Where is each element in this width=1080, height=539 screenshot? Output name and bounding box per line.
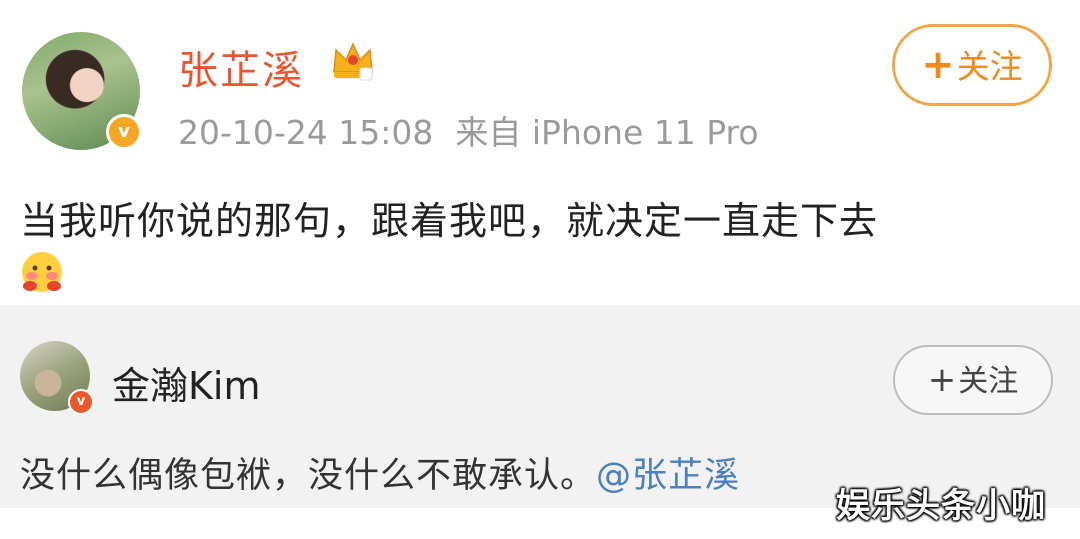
follow-button[interactable]: +关注: [892, 24, 1052, 106]
shy-face-emoji-icon: [22, 252, 62, 292]
verified-badge-icon: v: [68, 389, 94, 415]
commenter-name[interactable]: 金瀚Kim: [112, 355, 261, 410]
follow-button-small[interactable]: +关注: [893, 345, 1053, 415]
follow-label: 关注: [956, 47, 1023, 86]
commenter-avatar[interactable]: v: [20, 341, 94, 415]
post-meta: 20-10-24 15:08 来自 iPhone 11 Pro: [178, 106, 759, 154]
author-avatar[interactable]: v: [22, 32, 142, 150]
weibo-post: v 张芷溪 20-10-24 15:08 来自 iPhone 11 Pro +关注…: [0, 0, 1080, 305]
post-content: 当我听你说的那句，跟着我吧，就决定一直走下去: [20, 199, 879, 243]
crown-vip-icon: [333, 42, 373, 81]
post-source: 来自 iPhone 11 Pro: [455, 113, 759, 152]
plus-icon: +: [927, 360, 957, 400]
verified-badge-icon: v: [106, 114, 142, 150]
comment-content: 没什么偶像包袱，没什么不敢承认。@张芷溪: [20, 447, 740, 498]
author-name[interactable]: 张芷溪: [178, 38, 304, 96]
follow-label: 关注: [958, 364, 1019, 399]
plus-icon: +: [921, 42, 955, 88]
post-timestamp: 20-10-24 15:08: [178, 113, 434, 152]
watermark-text: 娱乐头条小咖: [836, 486, 1046, 526]
mention-link[interactable]: @张芷溪: [596, 456, 740, 496]
comment-text: 没什么偶像包袱，没什么不敢承认。: [20, 456, 597, 496]
